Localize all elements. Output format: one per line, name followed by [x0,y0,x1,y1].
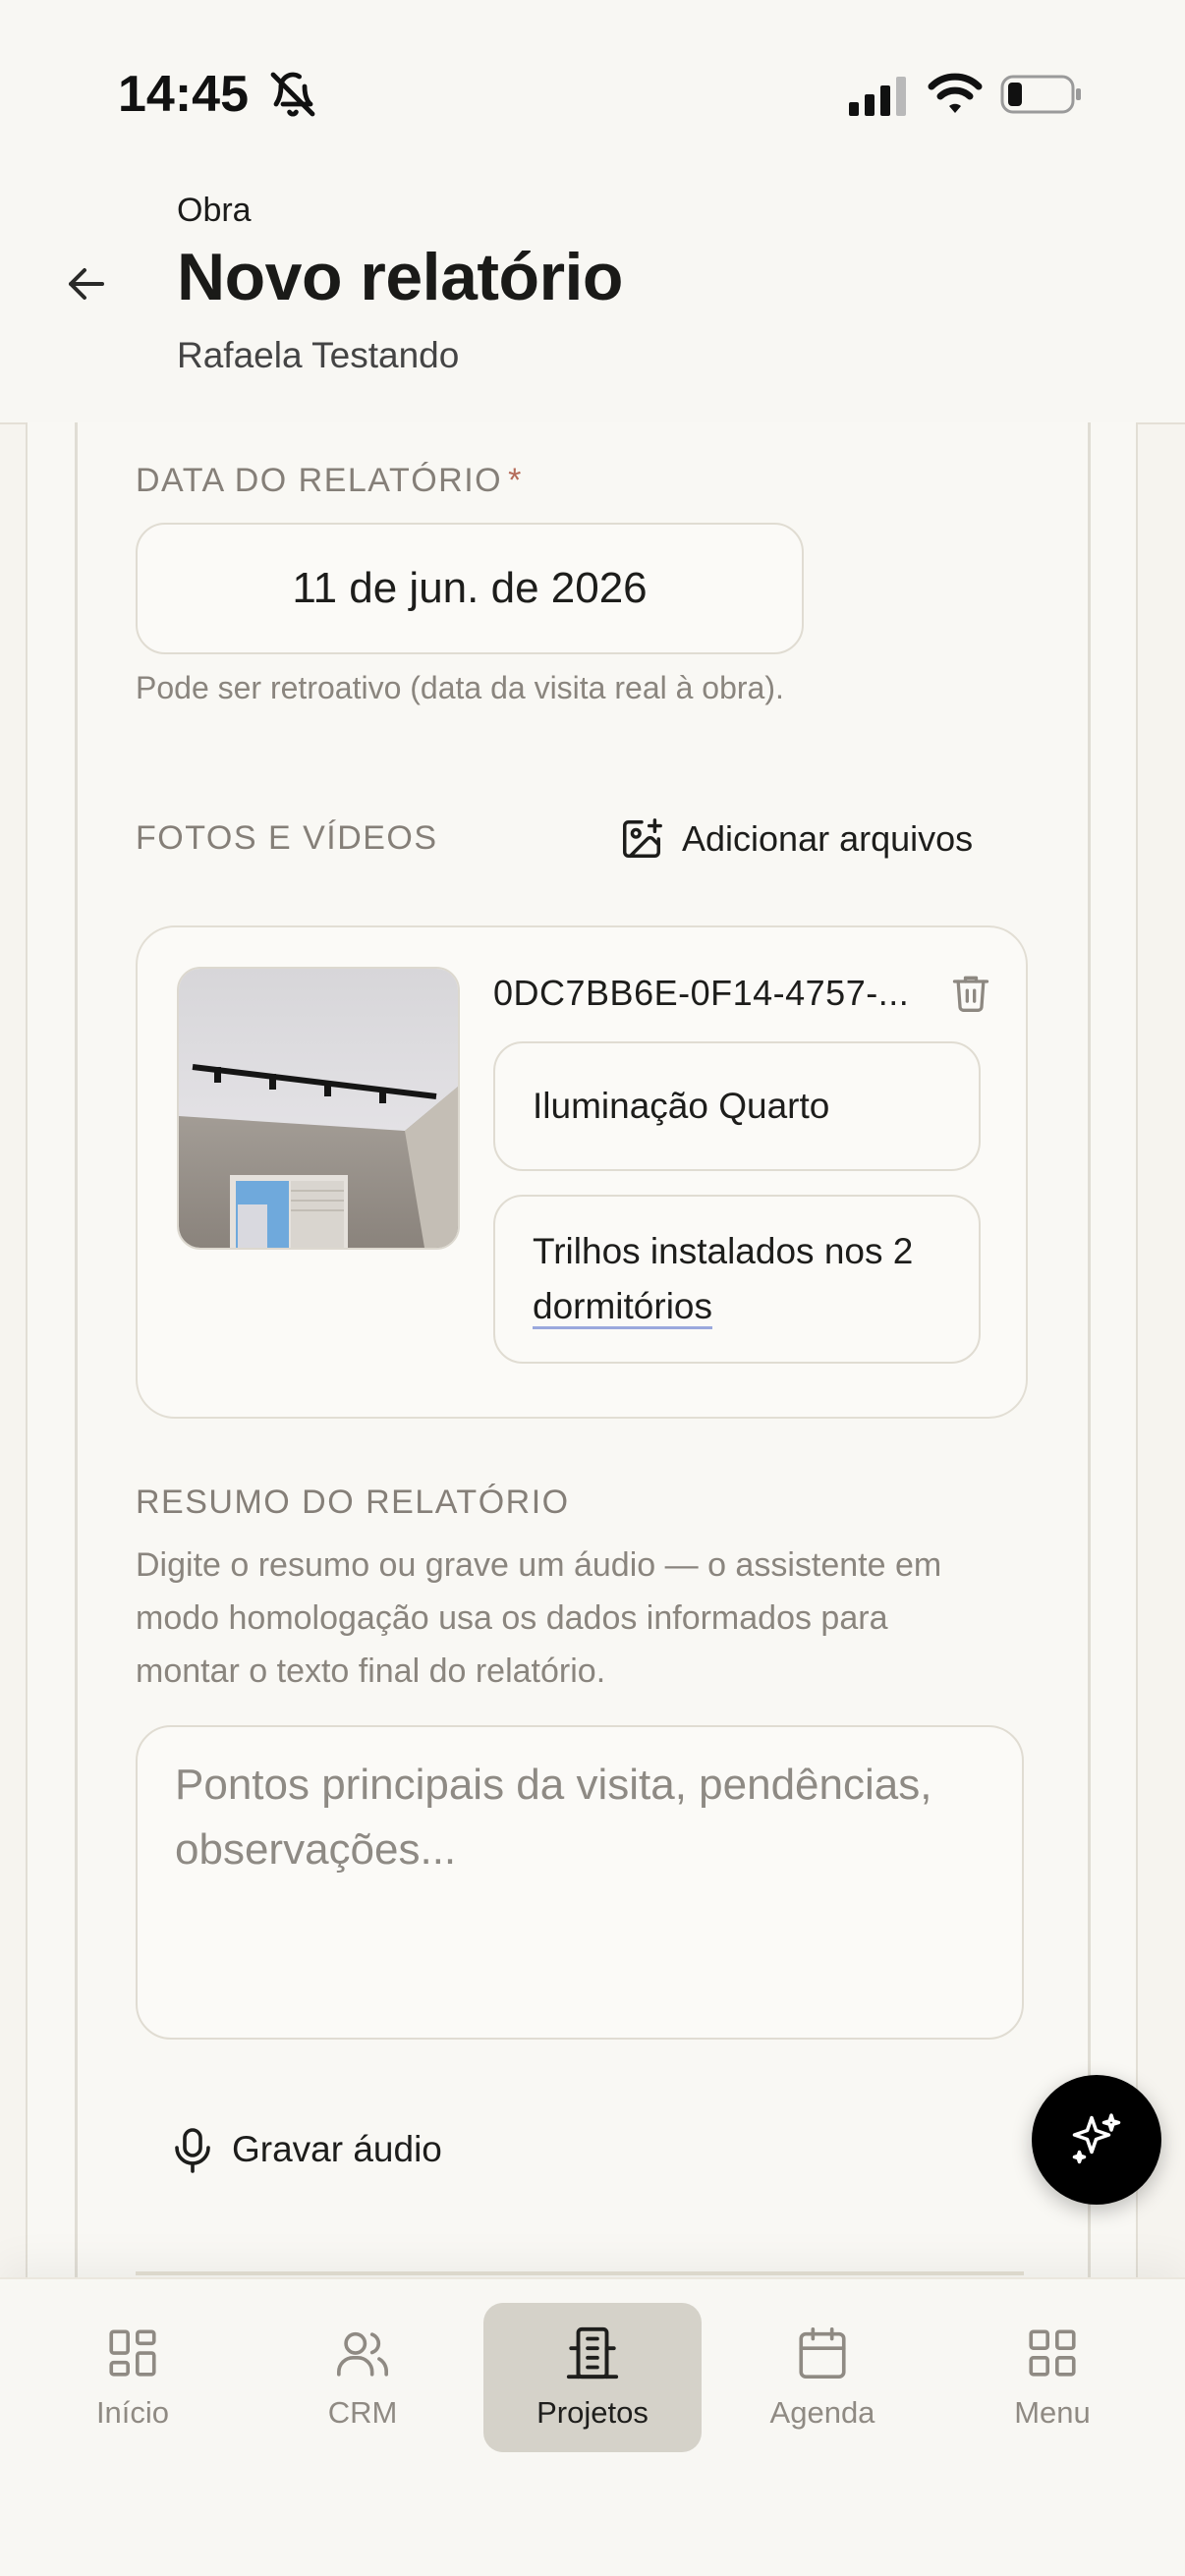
sparkles-icon [1072,2113,1121,2164]
trash-icon [952,976,989,1012]
add-image-icon [623,818,662,858]
report-date-value: 11 de jun. de 2026 [292,564,648,612]
nav-label-agenda: Agenda [769,2395,875,2430]
media-label: FOTOS E VÍDEOS [136,819,438,857]
nav-label-projetos: Projetos [536,2395,649,2430]
battery-icon [1000,75,1083,114]
cellular-signal-icon [849,77,910,116]
add-files-button[interactable]: Adicionar arquivos [619,812,973,867]
record-audio-button[interactable]: Gravar áudio [173,2120,442,2179]
media-file-name: 0DC7BB6E-0F14-4757-... [493,973,910,1013]
nav-item-crm[interactable]: CRM [254,2303,472,2452]
media-description-value: Trilhos instalados nos 2 [533,1231,914,1271]
status-time: 14:45 [118,66,249,123]
nav-label-menu: Menu [1014,2395,1091,2430]
summary-help-text: Digite o resumo ou grave um áudio — o as… [136,1546,942,1690]
bottom-navigation: Início CRM Projetos Agenda Menu [0,2277,1185,2576]
summary-label: RESUMO DO RELATÓRIO [136,1484,570,1521]
header-overline: Obra [177,192,252,229]
photo-thumbnail[interactable] [177,967,460,1250]
menu-grid-icon [1029,2329,1076,2377]
page-subtitle: Rafaela Testando [177,335,460,375]
grid-icon [109,2329,156,2377]
add-files-label: Adicionar arquivos [682,818,974,859]
nav-label-inicio: Início [95,2395,170,2430]
status-bar: 14:45 [0,0,1185,172]
nav-item-menu[interactable]: Menu [943,2303,1161,2452]
media-title-value: Iluminação Quarto [533,1086,830,1126]
users-icon [337,2331,388,2377]
summary-placeholder: Pontos principais da visita, pendências,… [175,1761,932,1874]
nav-item-projetos[interactable]: Projetos [483,2303,702,2452]
delete-media-button[interactable] [949,971,992,1014]
spellcheck-word: dormitórios [533,1286,712,1329]
arrow-left-icon [69,268,104,300]
calendar-icon [799,2327,846,2379]
page-header: Obra Novo relatório Rafaela Testando [0,172,1185,424]
report-date-helper: Pode ser retroativo (data da visita real… [136,670,784,705]
microphone-icon [175,2128,210,2173]
section-divider [136,2271,1024,2275]
report-date-label: DATA DO RELATÓRIO * [136,462,523,500]
ai-assistant-fab[interactable] [1032,2075,1161,2205]
record-audio-label: Gravar áudio [232,2129,442,2169]
page-title: Novo relatório [177,240,623,314]
required-mark: * [508,462,523,499]
building-icon [566,2326,619,2380]
summary-textarea[interactable]: Pontos principais da visita, pendências,… [136,1725,1024,2040]
media-item-card: 0DC7BB6E-0F14-4757-... Iluminação Quarto… [136,925,1028,1419]
nav-item-agenda[interactable]: Agenda [713,2303,931,2452]
wifi-icon [928,73,983,116]
nav-label-crm: CRM [327,2395,398,2430]
media-title-input[interactable]: Iluminação Quarto [493,1041,981,1171]
media-description-input[interactable]: Trilhos instalados nos 2 dormitórios [493,1195,981,1364]
report-date-label-text: DATA DO RELATÓRIO [136,462,503,499]
back-button[interactable] [55,252,118,315]
room-photo-image [179,969,458,1248]
report-date-field[interactable]: 11 de jun. de 2026 [136,523,804,654]
nav-item-inicio[interactable]: Início [24,2303,242,2452]
bell-off-icon [269,71,316,118]
